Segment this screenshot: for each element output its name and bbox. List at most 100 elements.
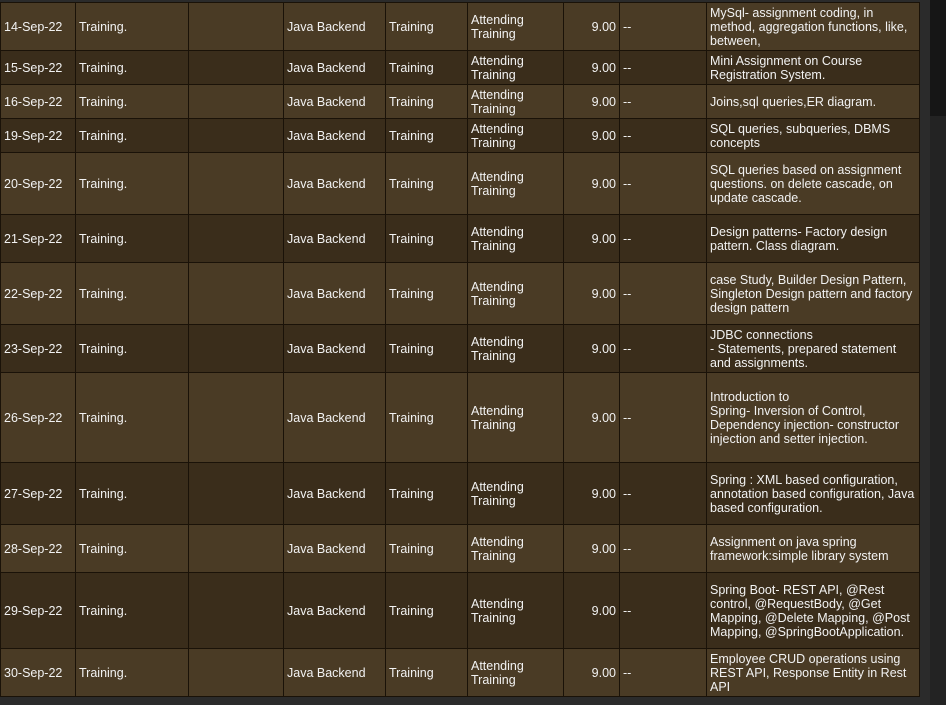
description-cell: JDBC connections - Statements, prepared …	[706, 324, 920, 373]
description-cell: SQL queries, subqueries, DBMS concepts	[706, 118, 920, 153]
table-row[interactable]: 27-Sep-22 Training. Java Backend Training At…	[0, 462, 920, 525]
project-cell: Java Backend	[283, 152, 386, 215]
activity-cell: Training.	[75, 214, 189, 263]
date-cell: 26-Sep-22	[0, 372, 76, 463]
hours-cell: 9.00	[563, 462, 620, 525]
project-cell: Java Backend	[283, 462, 386, 525]
status-cell: Attending Training	[467, 324, 564, 373]
project-cell: Java Backend	[283, 372, 386, 463]
comment-cell: --	[619, 50, 707, 85]
comment-cell: --	[619, 84, 707, 119]
comment-cell: --	[619, 572, 707, 649]
remarks-cell	[188, 50, 284, 85]
description-cell: MySql- assignment coding, in method, agg…	[706, 2, 920, 51]
comment-cell: --	[619, 462, 707, 525]
date-cell: 30-Sep-22	[0, 648, 76, 697]
activity-cell: Training.	[75, 50, 189, 85]
date-cell: 27-Sep-22	[0, 462, 76, 525]
status-cell: Attending Training	[467, 262, 564, 325]
type-cell: Training	[385, 262, 468, 325]
table-row[interactable]: 28-Sep-22 Training. Java Backend Training At…	[0, 524, 920, 573]
timesheet-table: 14-Sep-22 Training. Java Backend Training At…	[0, 2, 920, 697]
table-row[interactable]: 19-Sep-22 Training. Java Backend Training At…	[0, 118, 920, 153]
status-cell: Attending Training	[467, 524, 564, 573]
table-row[interactable]: 15-Sep-22 Training. Java Backend Training At…	[0, 50, 920, 85]
project-cell: Java Backend	[283, 572, 386, 649]
table-row[interactable]: 14-Sep-22 Training. Java Backend Training At…	[0, 2, 920, 51]
remarks-cell	[188, 572, 284, 649]
hours-cell: 9.00	[563, 524, 620, 573]
project-cell: Java Backend	[283, 50, 386, 85]
table-row[interactable]: 23-Sep-22 Training. Java Backend Training At…	[0, 324, 920, 373]
activity-cell: Training.	[75, 524, 189, 573]
table-row[interactable]: 29-Sep-22 Training. Java Backend Training At…	[0, 572, 920, 649]
comment-cell: --	[619, 372, 707, 463]
remarks-cell	[188, 214, 284, 263]
remarks-cell	[188, 2, 284, 51]
hours-cell: 9.00	[563, 152, 620, 215]
type-cell: Training	[385, 324, 468, 373]
status-cell: Attending Training	[467, 462, 564, 525]
table-row[interactable]: 26-Sep-22 Training. Java Backend Training At…	[0, 372, 920, 463]
hours-cell: 9.00	[563, 372, 620, 463]
type-cell: Training	[385, 84, 468, 119]
activity-cell: Training.	[75, 152, 189, 215]
scrollbar-thumb[interactable]	[930, 0, 946, 116]
activity-cell: Training.	[75, 84, 189, 119]
project-cell: Java Backend	[283, 262, 386, 325]
activity-cell: Training.	[75, 648, 189, 697]
date-cell: 22-Sep-22	[0, 262, 76, 325]
activity-cell: Training.	[75, 572, 189, 649]
status-cell: Attending Training	[467, 372, 564, 463]
table-row[interactable]: 20-Sep-22 Training. Java Backend Training At…	[0, 152, 920, 215]
date-cell: 15-Sep-22	[0, 50, 76, 85]
description-cell: Employee CRUD operations using REST API,…	[706, 648, 920, 697]
date-cell: 20-Sep-22	[0, 152, 76, 215]
remarks-cell	[188, 524, 284, 573]
hours-cell: 9.00	[563, 84, 620, 119]
description-cell: Spring Boot- REST API, @Rest control, @R…	[706, 572, 920, 649]
status-cell: Attending Training	[467, 2, 564, 51]
description-cell: Joins,sql queries,ER diagram.	[706, 84, 920, 119]
hours-cell: 9.00	[563, 572, 620, 649]
remarks-cell	[188, 262, 284, 325]
table-row[interactable]: 30-Sep-22 Training. Java Backend Training At…	[0, 648, 920, 697]
timesheet-rows: 14-Sep-22 Training. Java Backend Training At…	[0, 2, 920, 697]
type-cell: Training	[385, 572, 468, 649]
timesheet-viewport: 14-Sep-22 Training. Java Backend Training At…	[0, 0, 930, 705]
remarks-cell	[188, 152, 284, 215]
comment-cell: --	[619, 214, 707, 263]
activity-cell: Training.	[75, 462, 189, 525]
activity-cell: Training.	[75, 372, 189, 463]
description-cell: case Study, Builder Design Pattern, Sing…	[706, 262, 920, 325]
vertical-scrollbar[interactable]	[930, 0, 946, 705]
project-cell: Java Backend	[283, 118, 386, 153]
project-cell: Java Backend	[283, 84, 386, 119]
comment-cell: --	[619, 262, 707, 325]
date-cell: 23-Sep-22	[0, 324, 76, 373]
table-row[interactable]: 22-Sep-22 Training. Java Backend Training At…	[0, 262, 920, 325]
comment-cell: --	[619, 2, 707, 51]
comment-cell: --	[619, 118, 707, 153]
remarks-cell	[188, 324, 284, 373]
table-row[interactable]: 16-Sep-22 Training. Java Backend Training At…	[0, 84, 920, 119]
status-cell: Attending Training	[467, 572, 564, 649]
type-cell: Training	[385, 2, 468, 51]
comment-cell: --	[619, 524, 707, 573]
date-cell: 14-Sep-22	[0, 2, 76, 51]
status-cell: Attending Training	[467, 214, 564, 263]
date-cell: 16-Sep-22	[0, 84, 76, 119]
date-cell: 21-Sep-22	[0, 214, 76, 263]
status-cell: Attending Training	[467, 50, 564, 85]
type-cell: Training	[385, 372, 468, 463]
type-cell: Training	[385, 118, 468, 153]
description-cell: Mini Assignment on Course Registration S…	[706, 50, 920, 85]
activity-cell: Training.	[75, 324, 189, 373]
status-cell: Attending Training	[467, 84, 564, 119]
table-row[interactable]: 21-Sep-22 Training. Java Backend Training At…	[0, 214, 920, 263]
remarks-cell	[188, 648, 284, 697]
hours-cell: 9.00	[563, 118, 620, 153]
description-cell: Introduction to Spring- Inversion of Con…	[706, 372, 920, 463]
date-cell: 28-Sep-22	[0, 524, 76, 573]
date-cell: 29-Sep-22	[0, 572, 76, 649]
